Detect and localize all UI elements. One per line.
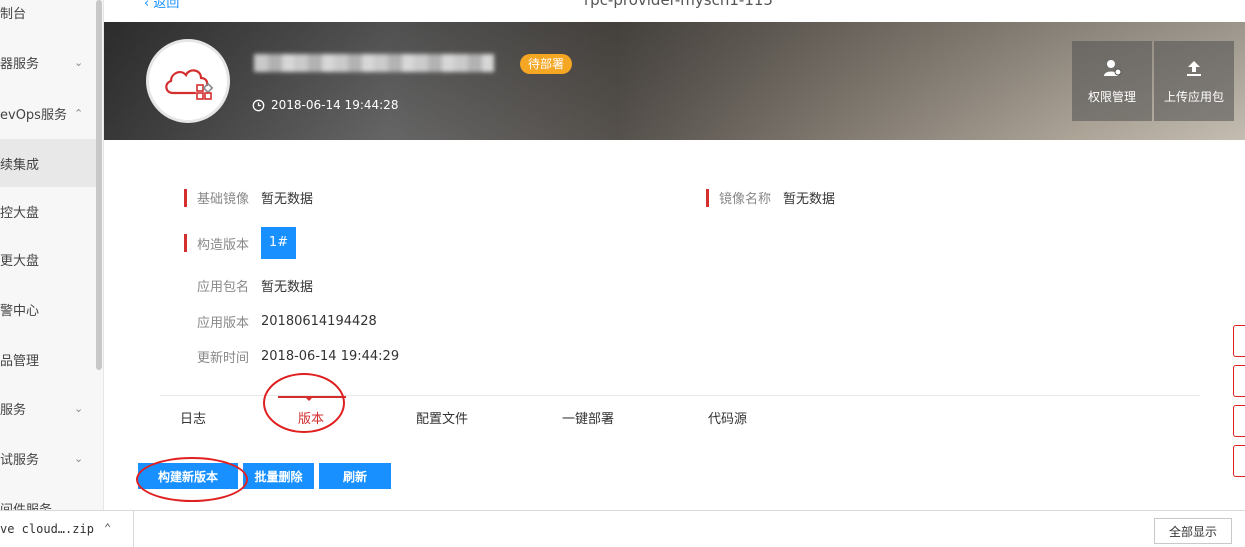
app-package-label: 应用包名 bbox=[197, 280, 250, 295]
chevron-up-icon[interactable]: ⌃ bbox=[104, 521, 111, 535]
tab-config-files[interactable]: 配置文件 bbox=[416, 408, 468, 427]
refresh-button[interactable]: 刷新 bbox=[319, 463, 391, 489]
user-settings-icon bbox=[1104, 59, 1122, 76]
chevron-down-icon: ⌄ bbox=[74, 55, 84, 69]
upload-package-label: 上传应用包 bbox=[1163, 89, 1224, 104]
sidebar-item-label: evOps服务 bbox=[0, 107, 67, 123]
sidebar-item-services[interactable]: 服务 ⌄ bbox=[0, 384, 96, 432]
update-time-value: 2018-06-14 19:44:29 bbox=[261, 349, 400, 364]
show-all-downloads-button[interactable]: 全部显示 bbox=[1154, 518, 1232, 544]
chevron-up-icon: ⌃ bbox=[74, 106, 84, 120]
image-name-value: 暂无数据 bbox=[783, 192, 836, 207]
sidebar-item-alert-center[interactable]: 警中心 bbox=[0, 285, 96, 333]
page-title: rpc-provider-mysch1-115 bbox=[584, 0, 773, 9]
app-version-row: 应用版本 20180614194428 bbox=[197, 312, 377, 331]
update-time-label: 更新时间 bbox=[197, 351, 250, 366]
sidebar-item-label: 试服务 bbox=[0, 452, 40, 468]
tab-logs[interactable]: 日志 bbox=[180, 408, 206, 427]
chevron-left-icon: ‹ bbox=[144, 0, 154, 11]
sidebar-item-continuous-integration[interactable]: 续集成 bbox=[0, 139, 96, 187]
float-tool-icon[interactable] bbox=[1233, 325, 1245, 357]
app-version-value: 20180614194428 bbox=[261, 314, 377, 329]
sidebar-item-server-services[interactable]: 器服务 ⌄ bbox=[0, 38, 96, 86]
sidebar-item-change-dashboard[interactable]: 更大盘 bbox=[0, 235, 96, 283]
download-item[interactable]: ve cloud….zip ⌃ bbox=[0, 511, 134, 547]
sidebar-item-label: 警中心 bbox=[0, 303, 40, 319]
base-image-label: 基础镜像 bbox=[197, 192, 250, 207]
build-version-row: 构造版本 1# bbox=[184, 227, 297, 259]
page-header: ‹ 返回 rpc-provider-mysch1-115 bbox=[104, 0, 1245, 22]
sidebar-item-console[interactable]: 制台 bbox=[0, 0, 96, 36]
status-badge: 待部署 bbox=[520, 54, 573, 74]
sidebar-item-label: 续集成 bbox=[0, 157, 40, 173]
sidebar-item-middleware-services[interactable]: 间件服务 bbox=[0, 484, 96, 511]
sidebar-item-label: 品管理 bbox=[0, 353, 40, 369]
sidebar-item-monitor-dashboard[interactable]: 控大盘 bbox=[0, 187, 96, 235]
back-label: 返回 bbox=[153, 0, 180, 11]
app-package-row: 应用包名 暂无数据 bbox=[197, 276, 313, 295]
chevron-down-icon: ⌄ bbox=[74, 401, 84, 415]
tab-one-click-deploy[interactable]: 一键部署 bbox=[562, 408, 614, 427]
app-avatar bbox=[146, 39, 230, 123]
sidebar-item-test-services[interactable]: 试服务 ⌄ bbox=[0, 434, 96, 482]
build-version-chip[interactable]: 1# bbox=[261, 227, 297, 259]
sidebar-item-label: 间件服务 bbox=[0, 502, 53, 511]
float-tool-icon[interactable] bbox=[1233, 405, 1245, 437]
upload-package-button[interactable]: 上传应用包 bbox=[1154, 41, 1234, 121]
annotation-circle-build-button bbox=[136, 457, 248, 502]
app-banner: 待部署 2018-06-14 19:44:28 权限管理 上传应用包 bbox=[104, 22, 1245, 140]
row-marker bbox=[706, 188, 709, 207]
upload-icon bbox=[1187, 60, 1201, 76]
base-image-row: 基础镜像 暂无数据 bbox=[184, 188, 313, 207]
row-marker bbox=[184, 188, 187, 207]
download-bar: ve cloud….zip ⌃ 全部显示 bbox=[0, 510, 1245, 547]
sidebar-item-label: 制台 bbox=[0, 6, 27, 22]
download-file-name: ve cloud….zip bbox=[0, 522, 94, 536]
sidebar-item-label: 器服务 bbox=[0, 56, 40, 72]
sidebar: 制台 器服务 ⌄ evOps服务 ⌃ 续集成 控大盘 更大盘 警中心 品管理 服… bbox=[0, 0, 104, 510]
sidebar-item-label: 更大盘 bbox=[0, 253, 40, 269]
clock-icon bbox=[252, 99, 265, 111]
update-time-row: 更新时间 2018-06-14 19:44:29 bbox=[197, 347, 399, 366]
sidebar-item-label: 服务 bbox=[0, 402, 27, 418]
back-link[interactable]: ‹ 返回 bbox=[144, 0, 179, 11]
sidebar-item-product-management[interactable]: 品管理 bbox=[0, 335, 96, 383]
sidebar-item-devops-services[interactable]: evOps服务 ⌃ bbox=[0, 89, 96, 137]
app-package-value: 暂无数据 bbox=[261, 280, 314, 295]
permission-management-label: 权限管理 bbox=[1087, 89, 1136, 104]
sidebar-item-label: 控大盘 bbox=[0, 205, 40, 221]
tab-code-source[interactable]: 代码源 bbox=[708, 408, 747, 427]
row-marker bbox=[184, 234, 187, 252]
sidebar-scrollbar[interactable] bbox=[96, 0, 102, 370]
app-version-label: 应用版本 bbox=[197, 316, 250, 331]
permission-management-button[interactable]: 权限管理 bbox=[1072, 41, 1152, 121]
float-tool-icon[interactable] bbox=[1233, 365, 1245, 397]
chevron-down-icon: ⌄ bbox=[74, 451, 84, 465]
app-name-redacted bbox=[254, 54, 494, 72]
base-image-value: 暂无数据 bbox=[261, 192, 314, 207]
created-time: 2018-06-14 19:44:28 bbox=[252, 98, 398, 112]
build-version-label: 构造版本 bbox=[197, 237, 250, 253]
float-tool-icon[interactable] bbox=[1233, 445, 1245, 477]
created-time-value: 2018-06-14 19:44:28 bbox=[271, 98, 399, 112]
image-name-label: 镜像名称 bbox=[719, 192, 772, 207]
batch-delete-button[interactable]: 批量删除 bbox=[243, 463, 314, 489]
image-name-row: 镜像名称 暂无数据 bbox=[706, 188, 835, 207]
cloud-app-icon bbox=[165, 69, 214, 100]
annotation-circle-version-tab bbox=[263, 373, 345, 433]
